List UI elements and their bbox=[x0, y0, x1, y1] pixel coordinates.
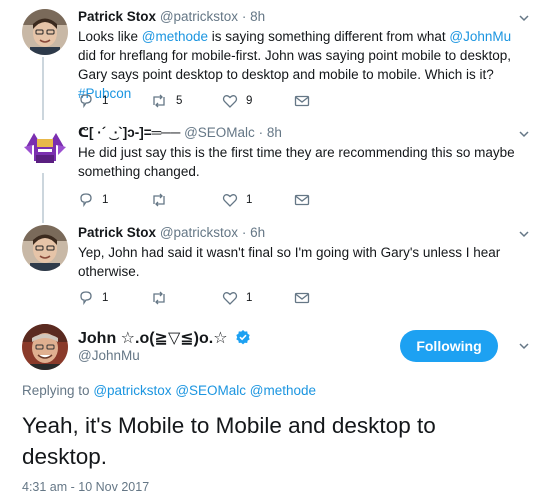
dm-icon bbox=[294, 194, 310, 206]
reply-count: 1 bbox=[102, 194, 109, 206]
tweet-timestamp[interactable]: 4:31 am - 10 Nov 2017 bbox=[22, 480, 149, 494]
following-button[interactable]: Following bbox=[400, 330, 498, 362]
reply-button[interactable]: 1 bbox=[78, 191, 108, 209]
timestamp[interactable]: 8h bbox=[250, 9, 265, 24]
username[interactable]: @JohnMu bbox=[78, 348, 140, 363]
display-name[interactable]: Patrick Stox bbox=[78, 225, 156, 240]
display-name[interactable]: John ☆.o(≧▽≦)o.☆ bbox=[78, 328, 251, 348]
avatar[interactable] bbox=[22, 225, 68, 271]
tweet-header: ᕦ[ ·´ ͜ ·`]ɔ-]=═── @SEOMalc · 8h bbox=[78, 125, 282, 141]
text-segment: is saying something different from what bbox=[208, 29, 450, 44]
reply-button[interactable]: 1 bbox=[78, 289, 108, 307]
tweet-header: Patrick Stox @patrickstox · 6h bbox=[78, 225, 265, 240]
avatar[interactable] bbox=[22, 324, 68, 370]
retweet-icon bbox=[153, 94, 165, 108]
like-button[interactable]: 9 bbox=[222, 92, 252, 110]
dm-button[interactable] bbox=[294, 191, 310, 209]
main-tweet-text: Yeah, it's Mobile to Mobile and desktop … bbox=[22, 413, 436, 469]
reply-icon bbox=[80, 193, 92, 208]
like-button[interactable]: 1 bbox=[222, 289, 252, 307]
retweet-button[interactable] bbox=[150, 191, 168, 209]
mention-link[interactable]: @methode bbox=[250, 383, 316, 398]
retweet-button[interactable] bbox=[150, 289, 168, 307]
chevron-down-icon[interactable] bbox=[517, 11, 531, 25]
reply-button[interactable]: 1 bbox=[78, 92, 108, 110]
like-count: 1 bbox=[246, 194, 253, 206]
like-icon bbox=[222, 292, 238, 305]
reply-icon bbox=[80, 291, 92, 306]
display-name[interactable]: Patrick Stox bbox=[78, 9, 156, 24]
dm-button[interactable] bbox=[294, 92, 310, 110]
reply-icon bbox=[80, 94, 92, 109]
like-icon bbox=[222, 95, 238, 108]
timestamp[interactable]: 6h bbox=[250, 225, 265, 240]
display-name-text: John ☆.o(≧▽≦)o.☆ bbox=[78, 330, 228, 347]
separator-dot: · bbox=[241, 9, 247, 24]
chevron-down-icon[interactable] bbox=[517, 127, 531, 141]
dm-button[interactable] bbox=[294, 289, 310, 307]
text-segment: Looks like bbox=[78, 29, 142, 44]
dm-icon bbox=[294, 95, 310, 107]
retweet-icon bbox=[153, 291, 165, 305]
separator-dot: · bbox=[258, 125, 264, 140]
username[interactable]: @patrickstox bbox=[160, 9, 238, 24]
retweet-button[interactable]: 5 bbox=[150, 92, 182, 110]
mention-link[interactable]: @SEOMalc bbox=[175, 383, 246, 398]
thread-line bbox=[42, 173, 44, 223]
tweet-text: Yep, John had said it wasn't final so I'… bbox=[78, 245, 501, 279]
verified-icon bbox=[236, 330, 250, 345]
chevron-down-icon[interactable] bbox=[517, 339, 531, 353]
username[interactable]: @SEOMalc bbox=[184, 125, 255, 140]
thread-line bbox=[42, 57, 44, 120]
display-name[interactable]: ᕦ[ ·´ ͜ ·`]ɔ-]=═── bbox=[78, 125, 180, 140]
dm-icon bbox=[294, 292, 310, 304]
retweet-icon bbox=[153, 193, 165, 207]
mention-link[interactable]: @patrickstox bbox=[93, 383, 171, 398]
separator-dot: · bbox=[241, 225, 247, 240]
mention-link[interactable]: @methode bbox=[142, 29, 208, 44]
like-count: 9 bbox=[246, 95, 253, 107]
like-button[interactable]: 1 bbox=[222, 191, 252, 209]
reply-count: 1 bbox=[102, 292, 109, 304]
like-count: 1 bbox=[246, 292, 253, 304]
replying-to: Replying to @patrickstox @SEOMalc @metho… bbox=[22, 383, 316, 398]
avatar[interactable] bbox=[22, 125, 68, 171]
text-segment: did for hreflang for mobile-first. John … bbox=[78, 48, 511, 82]
tweet-text: He did just say this is the first time t… bbox=[78, 145, 515, 179]
mention-link[interactable]: @JohnMu bbox=[449, 29, 511, 44]
retweet-count: 5 bbox=[176, 95, 183, 107]
username[interactable]: @patrickstox bbox=[160, 225, 238, 240]
avatar[interactable] bbox=[22, 9, 68, 55]
timestamp[interactable]: 8h bbox=[267, 125, 282, 140]
reply-count: 1 bbox=[102, 95, 109, 107]
tweet-header: Patrick Stox @patrickstox · 8h bbox=[78, 9, 265, 24]
like-icon bbox=[222, 194, 238, 207]
chevron-down-icon[interactable] bbox=[517, 227, 531, 241]
replying-prefix: Replying to bbox=[22, 383, 90, 398]
